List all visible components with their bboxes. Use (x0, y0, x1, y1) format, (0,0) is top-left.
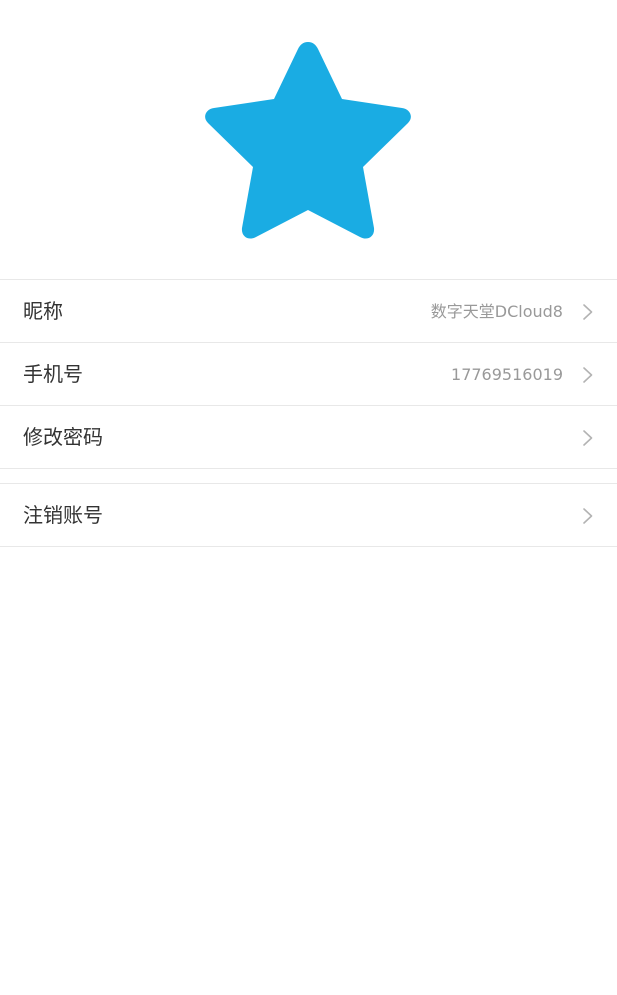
avatar-section (0, 0, 617, 280)
change-password-row[interactable]: 修改密码 (0, 406, 617, 469)
phone-label: 手机号 (23, 362, 83, 386)
nickname-value: 数字天堂DCloud8 (430, 302, 563, 321)
chevron-right-icon (583, 508, 593, 524)
deactivate-account-row[interactable]: 注销账号 (0, 484, 617, 547)
chevron-right-icon (583, 430, 593, 446)
account-actions-list: 注销账号 (0, 483, 617, 547)
phone-value: 17769516019 (451, 365, 563, 384)
nickname-row[interactable]: 昵称 数字天堂DCloud8 (0, 280, 617, 343)
profile-settings-list: 昵称 数字天堂DCloud8 手机号 17769516019 修改密码 (0, 279, 617, 469)
chevron-right-icon (583, 304, 593, 320)
phone-row[interactable]: 手机号 17769516019 (0, 343, 617, 406)
change-password-label: 修改密码 (23, 425, 103, 449)
nickname-label: 昵称 (23, 299, 63, 323)
star-icon[interactable] (203, 38, 413, 240)
deactivate-account-label: 注销账号 (23, 503, 103, 527)
chevron-right-icon (583, 367, 593, 383)
